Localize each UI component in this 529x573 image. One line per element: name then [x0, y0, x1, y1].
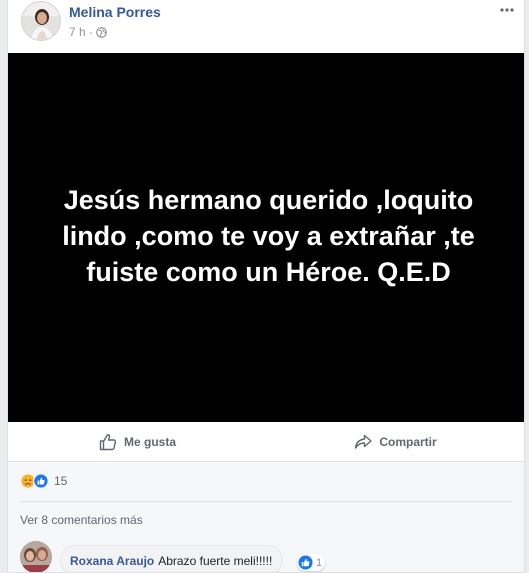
- globe-icon[interactable]: [95, 26, 107, 38]
- like-icon: [33, 473, 49, 489]
- commenter-avatar[interactable]: [20, 541, 52, 572]
- post-text: Jesús hermano querido ,loquito lindo ,co…: [62, 184, 475, 287]
- commenter-avatar-image: [20, 541, 52, 572]
- comment-bubble: Roxana Araujo Abrazo fuerte meli!!!!!: [60, 545, 284, 572]
- comment-like-count: 1: [316, 556, 323, 569]
- share-arrow-icon: [355, 434, 373, 449]
- view-more-comments-link[interactable]: Ver 8 comentarios más: [20, 513, 143, 527]
- like-icon: [298, 555, 313, 570]
- like-label: Me gusta: [123, 434, 176, 449]
- post-meta: 7 h ·: [69, 25, 107, 39]
- author-name[interactable]: Melina Porres: [69, 4, 161, 20]
- thumbs-up-icon: [99, 433, 117, 450]
- post-text-background: Jesús hermano querido ,loquito lindo ,co…: [8, 53, 524, 422]
- reactions-summary[interactable]: 15: [20, 473, 67, 489]
- author-avatar-image: [22, 2, 60, 40]
- meta-separator: ·: [88, 25, 93, 39]
- comment-like-badge[interactable]: 1: [297, 554, 326, 571]
- reaction-count: 15: [54, 474, 68, 488]
- comment-text: Abrazo fuerte meli!!!!!: [158, 554, 273, 568]
- author-avatar[interactable]: [21, 1, 61, 41]
- divider: [20, 501, 512, 502]
- post-header: Melina Porres 7 h ·: [8, 0, 524, 52]
- commenter-name[interactable]: Roxana Araujo: [70, 554, 154, 568]
- like-button[interactable]: Me gusta: [8, 422, 266, 461]
- more-options-icon[interactable]: [499, 4, 515, 16]
- post-card: Melina Porres 7 h · Jesús hermano querid…: [7, 0, 525, 573]
- post-time[interactable]: 7 h: [69, 25, 86, 39]
- share-label: Compartir: [379, 434, 437, 449]
- action-bar: Me gusta Compartir: [8, 422, 524, 462]
- feedback-section: 15 Ver 8 comentarios más Roxana Araujo Ab…: [8, 463, 524, 572]
- comment-item: Roxana Araujo Abrazo fuerte meli!!!!! 1: [20, 541, 520, 572]
- share-button[interactable]: Compartir: [266, 422, 524, 461]
